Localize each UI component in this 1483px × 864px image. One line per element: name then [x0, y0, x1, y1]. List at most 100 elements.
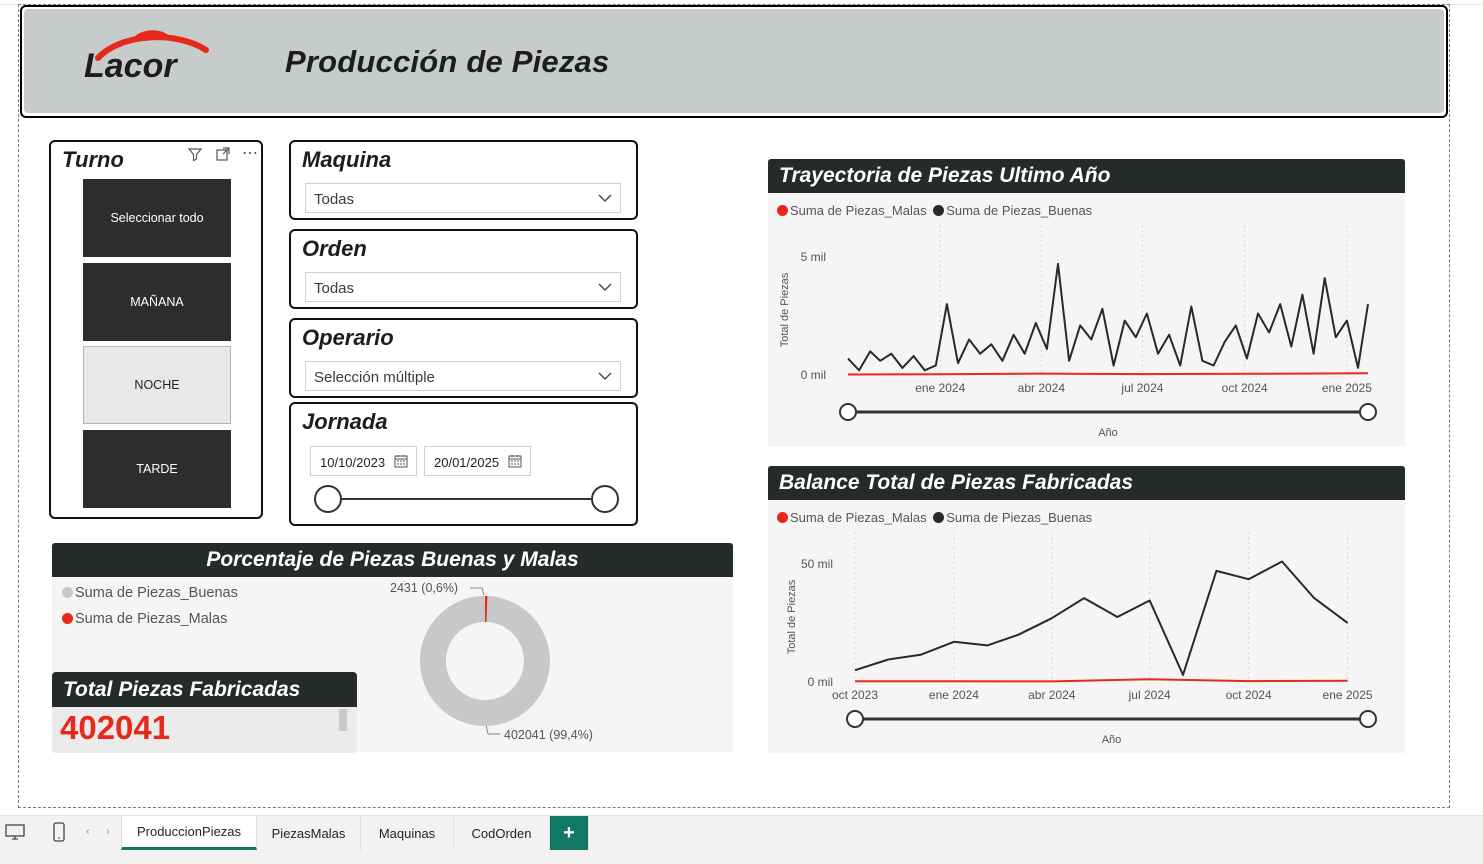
chart2-line-chart[interactable]: oct 2023 ene 2024 abr 2024 jul 2024 oct 2024… — [768, 532, 1405, 752]
turno-option-select-all[interactable]: Seleccionar todo — [83, 179, 231, 257]
total-card-header: Total Piezas Fabricadas — [52, 672, 357, 707]
legend-dot — [62, 587, 73, 598]
donut-leader-malas — [470, 587, 485, 596]
prev-page-icon[interactable]: ‹ — [86, 826, 90, 838]
series-line-buenas — [847, 262, 1369, 372]
chart2-title-bar: Balance Total de Piezas Fabricadas — [768, 466, 1405, 500]
operario-dropdown[interactable]: Selección múltiple — [305, 361, 621, 391]
jornada-title: Jornada — [302, 409, 388, 434]
jornada-start-date[interactable]: 10/10/2023 — [310, 446, 417, 476]
donut-leader-buenas — [485, 724, 500, 735]
x-tick-label: ene 2025 — [1323, 688, 1373, 702]
total-card-scrollbar[interactable] — [339, 709, 347, 731]
x-axis-title: Año — [1098, 427, 1118, 439]
legend-item-malas[interactable]: Suma de Piezas_Malas — [777, 203, 927, 218]
operario-dropdown-value: Selección múltiple — [314, 369, 435, 386]
jornada-end-value: 20/01/2025 — [434, 455, 500, 470]
donut-slice-buenas — [419, 595, 550, 726]
total-card-title: Total Piezas Fabricadas — [63, 678, 301, 701]
mobile-view-icon[interactable] — [53, 822, 65, 847]
x-range-handle-end — [1359, 710, 1377, 728]
focus-mode-icon[interactable] — [215, 146, 231, 167]
x-tick-label: abr 2024 — [1018, 381, 1066, 395]
legend-label: Suma de Piezas_Malas — [790, 203, 927, 218]
logo-text: Lacor — [84, 47, 178, 84]
x-tick-label: ene 2025 — [1322, 381, 1372, 395]
legend-item-buenas[interactable]: Suma de Piezas_Buenas — [62, 585, 238, 601]
legend-label: Suma de Piezas_Buenas — [946, 510, 1093, 525]
series-line-buenas — [854, 560, 1349, 676]
x-range-handle-start — [839, 403, 857, 421]
tab-produccion-piezas[interactable]: ProduccionPiezas — [121, 816, 257, 850]
more-options-icon[interactable]: ⋯ — [242, 143, 258, 163]
tab-label: CodOrden — [471, 825, 532, 841]
x-axis-title: Año — [1102, 734, 1122, 746]
turno-option-manana[interactable]: MAÑANA — [83, 263, 231, 341]
jornada-range-slider[interactable] — [311, 482, 623, 516]
x-range-handle-start — [846, 710, 864, 728]
legend-dot — [777, 205, 788, 216]
series-line-malas — [855, 678, 1348, 683]
jornada-end-date[interactable]: 20/01/2025 — [424, 446, 531, 476]
x-tick-label: abr 2024 — [1028, 688, 1076, 702]
chart2-title: Balance Total de Piezas Fabricadas — [779, 471, 1134, 494]
tab-label: PiezasMalas — [271, 825, 346, 841]
x-tick-label: oct 2024 — [1222, 381, 1268, 395]
turno-option-tarde[interactable]: TARDE — [83, 430, 231, 508]
page-title: Producción de Piezas — [285, 44, 610, 79]
y-axis-title: Total de Piezas — [786, 579, 798, 654]
legend-label: Suma de Piezas_Malas — [790, 510, 927, 525]
page-tab-bar: ‹ › ProduccionPiezas PiezasMalas Maquina… — [0, 815, 1483, 864]
lacor-logo: Lacor — [80, 28, 220, 89]
legend-dot — [62, 613, 73, 624]
donut-label-buenas: 402041 (99,4%) — [504, 728, 593, 742]
turno-title: Turno — [62, 147, 124, 172]
maquina-dropdown[interactable]: Todas — [305, 183, 621, 213]
calendar-icon — [508, 455, 522, 468]
slider-handle-start[interactable] — [314, 485, 342, 513]
add-page-button[interactable]: + — [550, 816, 589, 850]
legend-dot — [777, 512, 788, 523]
jornada-start-value: 10/10/2023 — [320, 455, 386, 470]
maquina-slicer: Maquina Todas — [289, 140, 638, 220]
y-axis-title: Total de Piezas — [779, 272, 791, 347]
tab-maquinas[interactable]: Maquinas — [361, 816, 454, 850]
legend-item-malas[interactable]: Suma de Piezas_Malas — [777, 510, 927, 525]
next-page-icon[interactable]: › — [106, 826, 110, 838]
y-tick-label: 0 mil — [801, 368, 826, 382]
chevron-down-icon — [598, 283, 612, 291]
desktop-view-icon[interactable] — [5, 824, 25, 845]
legend-item-buenas[interactable]: Suma de Piezas_Buenas — [933, 203, 1092, 218]
filter-icon[interactable] — [187, 146, 203, 167]
x-tick-label: jul 2024 — [1120, 381, 1163, 395]
x-tick-label: ene 2024 — [915, 381, 965, 395]
maquina-dropdown-value: Todas — [314, 191, 355, 208]
legend-dot — [933, 512, 945, 523]
tab-cod-orden[interactable]: CodOrden — [454, 816, 550, 850]
tab-piezas-malas[interactable]: PiezasMalas — [257, 816, 361, 850]
header-banner — [24, 9, 1444, 113]
donut-legend: Suma de Piezas_Buenas Suma de Piezas_Mal… — [62, 585, 238, 627]
turno-slicer[interactable]: Turno ⋯ Seleccionar todo MAÑANA NOCHE TA… — [49, 140, 263, 519]
maquina-title: Maquina — [302, 147, 392, 172]
legend-item-buenas[interactable]: Suma de Piezas_Buenas — [933, 510, 1092, 525]
chevron-down-icon — [598, 372, 612, 380]
y-tick-label: 5 mil — [801, 250, 826, 264]
orden-dropdown[interactable]: Todas — [305, 272, 621, 302]
chart1-title: Trayectoria de Piezas Ultimo Año — [779, 164, 1111, 187]
operario-title: Operario — [302, 325, 394, 350]
turno-option-label: TARDE — [136, 462, 178, 476]
chart1-line-chart[interactable]: ene 2024 abr 2024 jul 2024 oct 2024 ene 2025… — [768, 225, 1405, 445]
turno-option-noche[interactable]: NOCHE — [83, 346, 231, 424]
total-card-value: 402041 — [60, 709, 171, 746]
slider-handle-end[interactable] — [591, 485, 619, 513]
x-tick-label: ene 2024 — [929, 688, 979, 702]
legend-label: Suma de Piezas_Buenas — [75, 585, 238, 601]
chart1-title-bar: Trayectoria de Piezas Ultimo Año — [768, 159, 1405, 193]
orden-slicer: Orden Todas — [289, 229, 638, 309]
donut-chart[interactable]: 2431 (0,6%) 402041 (99,4%) — [380, 578, 680, 750]
chart2-legend: Suma de Piezas_Malas Suma de Piezas_Buen… — [777, 510, 1092, 525]
y-tick-label: 0 mil — [808, 675, 833, 689]
x-tick-label: oct 2024 — [1226, 688, 1272, 702]
legend-item-malas[interactable]: Suma de Piezas_Malas — [62, 611, 238, 627]
